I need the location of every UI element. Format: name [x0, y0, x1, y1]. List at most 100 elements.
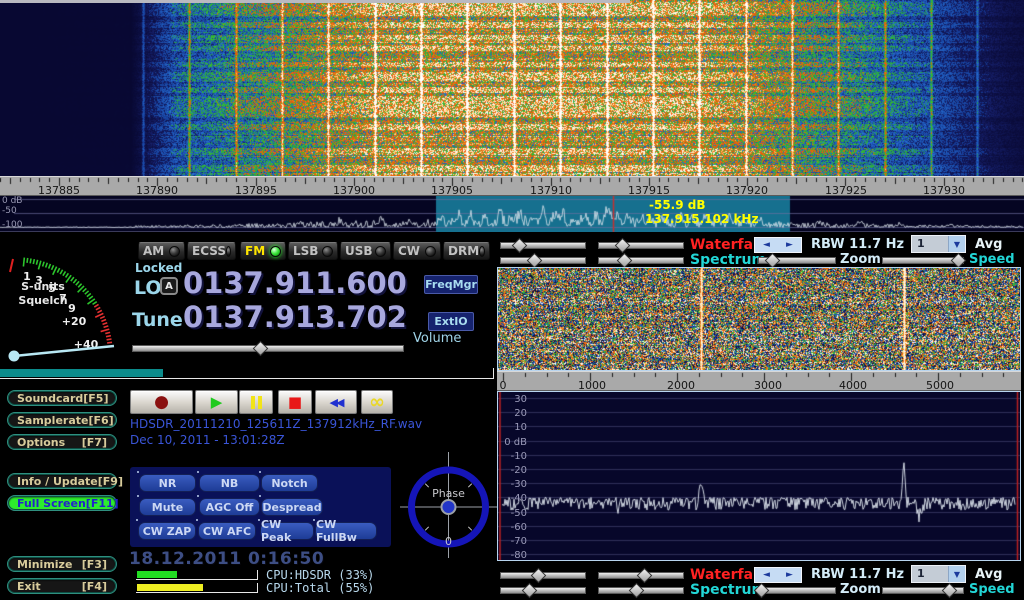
exit-button[interactable]: Exit[F4] [7, 578, 117, 594]
play-icon: ▶ [211, 395, 223, 410]
tune-label: Tune [132, 309, 183, 331]
playback-progress-track[interactable] [0, 368, 494, 379]
mode-led [169, 246, 180, 257]
af-db-label: 0 dB [501, 437, 527, 448]
af-waterfall-display[interactable] [497, 267, 1021, 371]
despread-button[interactable]: Despread [261, 498, 323, 516]
info-update-button[interactable]: Info / Update[F9] [7, 473, 117, 489]
avg-dropdown[interactable]: 1 ▼ [911, 235, 966, 253]
waterfall-brightness-slider[interactable] [500, 239, 586, 250]
waterfall-brightness-slider[interactable] [500, 569, 586, 580]
mode-led [322, 246, 333, 257]
minimize-button[interactable]: Minimize[F3] [7, 556, 117, 572]
record-button[interactable]: ● [130, 390, 193, 414]
s-meter[interactable]: 1 3 5 7 9 +20 +40 S-units Squelch [2, 239, 126, 367]
display-scroll-box[interactable]: ◄ ► [754, 567, 802, 583]
extio-button[interactable]: ExtIO [428, 312, 474, 331]
nb-button[interactable]: NB [199, 474, 260, 492]
scroll-left-icon[interactable]: ◄ [763, 570, 770, 580]
stop-button[interactable]: ■ [278, 390, 312, 414]
phase-tick [425, 527, 429, 531]
samplerate-button[interactable]: Samplerate[F6] [7, 412, 117, 428]
cpu-total-fill [137, 584, 203, 591]
rf-frequency-ruler[interactable]: 137885 137890 137895 137900 137905 13791… [0, 176, 1024, 196]
af-frequency-ruler[interactable]: 0 1000 2000 3000 4000 5000 [497, 371, 1021, 391]
play-button[interactable]: ▶ [195, 390, 238, 414]
mode-fm-button[interactable]: FM [240, 242, 286, 260]
cw-peak-button[interactable]: CW Peak [260, 522, 314, 540]
af-controls-top: Waterfall ◄ ► RBW 11.7 Hz 1 ▼ Avg Spectr… [497, 234, 1024, 267]
mute-button[interactable]: Mute [139, 498, 196, 516]
mode-ecss-button[interactable]: ECSS [187, 242, 236, 260]
cw-afc-button[interactable]: CW AFC [198, 522, 256, 540]
freqmgr-button[interactable]: FreqMgr [424, 275, 478, 294]
cursor-db-readout: -55.9 dB [649, 198, 706, 212]
phase-tick [425, 484, 429, 488]
hdsdr-main-window: 137885 137890 137895 137900 137905 13791… [0, 0, 1024, 600]
mode-led [425, 246, 436, 257]
waterfall-tab[interactable]: Waterfall [690, 237, 763, 253]
waterfall-contrast-slider[interactable] [598, 239, 684, 250]
rf-waterfall-display[interactable] [0, 0, 1024, 176]
cw-zap-button[interactable]: CW ZAP [138, 522, 196, 540]
spectrum-brightness-slider[interactable] [500, 584, 586, 595]
playback-progress-fill [0, 369, 163, 377]
mode-lsb-button[interactable]: LSB [288, 242, 338, 260]
af-spectrum-display[interactable]: 30 20 10 0 dB -10 -20 -30 -40 -50 -60 -7… [497, 391, 1021, 561]
mode-usb-button[interactable]: USB [340, 242, 391, 260]
mode-drm-button[interactable]: DRM [443, 242, 490, 260]
lo-band-badge[interactable]: A [160, 277, 178, 295]
af-db-label: -50 [501, 508, 527, 519]
nr-button[interactable]: NR [139, 474, 196, 492]
pause-button[interactable] [239, 390, 273, 414]
wav-filename: HDSDR_20111210_125611Z_137912kHz_RF.wav [130, 417, 422, 431]
loop-button[interactable]: ∞ [361, 390, 393, 414]
scroll-left-icon[interactable]: ◄ [763, 240, 770, 250]
avg-dropdown[interactable]: 1 ▼ [911, 565, 966, 583]
tune-frequency-display[interactable]: 0137.913.702 [183, 300, 407, 334]
smeter-squelch-label: Squelch [18, 294, 67, 307]
slider-thumb[interactable] [253, 341, 269, 357]
cpu-hdsdr-label: CPU:HDSDR (33%) [266, 568, 374, 582]
spectrum-brightness-slider[interactable] [500, 254, 586, 265]
speed-slider[interactable] [882, 254, 964, 265]
spectrum-tab[interactable]: Spectrum [690, 252, 766, 268]
mode-am-button[interactable]: AM [138, 242, 185, 260]
scroll-right-icon[interactable]: ► [786, 240, 793, 250]
rewind-button[interactable]: ◀◀ [315, 390, 357, 414]
waterfall-contrast-slider[interactable] [598, 569, 684, 580]
scroll-right-icon[interactable]: ► [786, 570, 793, 580]
zoom-slider[interactable] [758, 584, 836, 595]
spectrum-contrast-slider[interactable] [598, 254, 684, 265]
display-scroll-box[interactable]: ◄ ► [754, 237, 802, 253]
smeter-peak-needle [10, 259, 13, 272]
soundcard-button[interactable]: Soundcard[F5] [7, 390, 117, 406]
zoom-slider[interactable] [758, 254, 836, 265]
needle-pivot [9, 351, 20, 362]
mode-label: ECSS [192, 244, 226, 258]
af-db-label: -10 [501, 451, 527, 462]
date-time-display: 18.12.2011 0:16:50 [129, 549, 324, 569]
rbw-label: RBW 11.7 Hz [811, 237, 904, 252]
cw-fullbw-button[interactable]: CW FullBw [315, 522, 377, 540]
spectrum-contrast-slider[interactable] [598, 584, 684, 595]
record-icon: ● [154, 394, 169, 411]
agc-off-button[interactable]: AGC Off [199, 498, 260, 516]
dropdown-arrow-icon[interactable]: ▼ [948, 566, 965, 582]
mode-cw-button[interactable]: CW [393, 242, 441, 260]
avg-label: Avg [975, 567, 1002, 582]
squelch-needle[interactable] [14, 346, 114, 356]
af-waterfall-canvas [498, 268, 1020, 370]
options-button[interactable]: Options[F7] [7, 434, 117, 450]
dropdown-arrow-icon[interactable]: ▼ [948, 236, 965, 252]
fullscreen-button[interactable]: Full Screen[F11] [7, 495, 117, 511]
button-label: Minimize [17, 558, 72, 571]
speed-label: Speed [969, 252, 1015, 267]
notch-button[interactable]: Notch [261, 474, 318, 492]
waterfall-tab[interactable]: Waterfall [690, 567, 763, 583]
speed-slider[interactable] [882, 584, 964, 595]
button-label: Options [17, 436, 65, 449]
lo-frequency-display[interactable]: 0137.911.600 [183, 266, 407, 300]
volume-slider[interactable] [132, 342, 404, 353]
rf-spectrum-display[interactable]: 0 dB -50 -100 -55.9 dB 137.915.102 kHz [0, 196, 1024, 232]
